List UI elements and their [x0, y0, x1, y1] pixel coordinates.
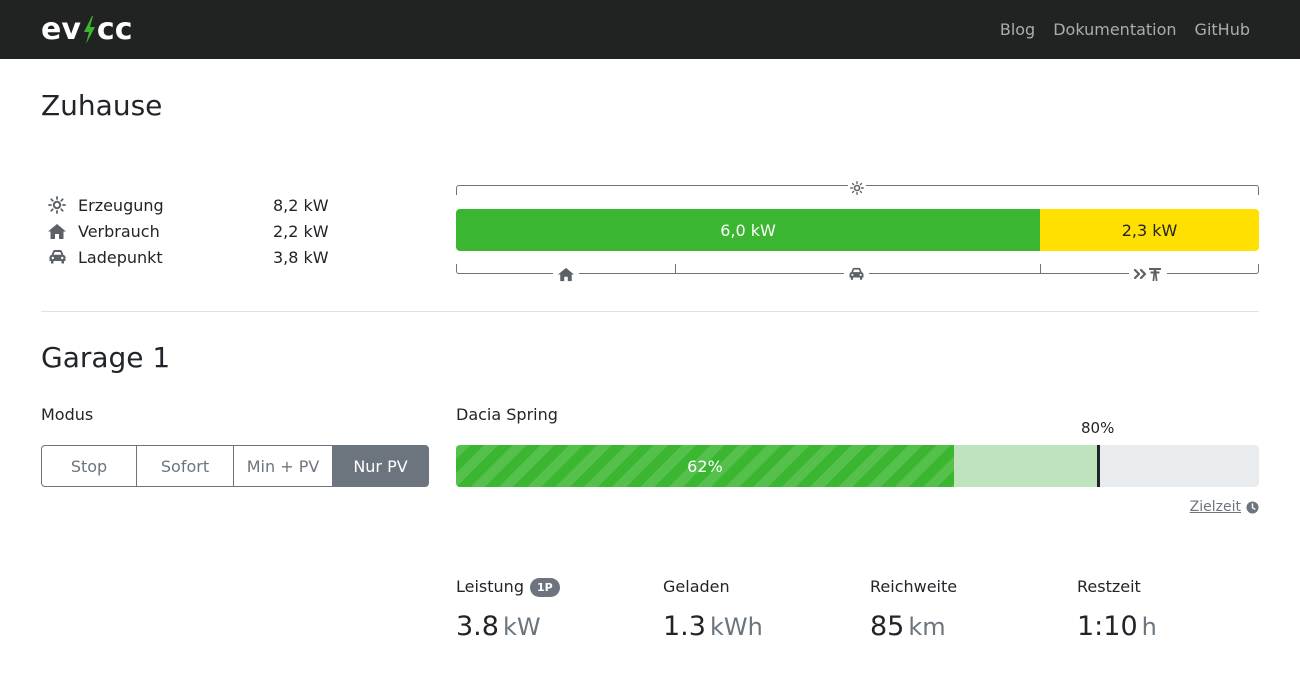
- sun-icon: [848, 179, 866, 197]
- energy-value: 8,2 kW: [273, 195, 329, 215]
- stat-value-wrap: 1.3 kWh: [663, 610, 870, 644]
- bolt-icon: [83, 16, 95, 44]
- stat-label-wrap: Reichweite: [870, 576, 1077, 598]
- stat-value-wrap: 3.8 kW: [456, 610, 663, 644]
- nav-link-dokumentation[interactable]: Dokumentation: [1053, 18, 1176, 42]
- loadpoint-title: Garage 1: [41, 341, 171, 374]
- clock-icon: [1246, 500, 1259, 514]
- energy-row-verbrauch: Verbrauch 2,2 kW: [47, 218, 337, 244]
- stat-label: Restzeit: [1077, 577, 1141, 596]
- stat-label-wrap: Restzeit: [1077, 576, 1284, 598]
- stat-value: 3.8: [456, 611, 499, 642]
- stat-unit: h: [1141, 613, 1157, 641]
- loadpoint-stats: Leistung 1P 3.8 kW Geladen 1.3 kWh Reichwe…: [456, 576, 1286, 644]
- grid-export-icon: [1129, 265, 1167, 283]
- mode-label: Modus: [41, 405, 94, 424]
- energy-value: 2,2 kW: [273, 221, 329, 241]
- stat-value: 1.3: [663, 611, 706, 642]
- stat-label-wrap: Geladen: [663, 576, 870, 598]
- stat-value-wrap: 1:10 h: [1077, 610, 1284, 644]
- energy-bar: 6,0 kW 2,3 kW: [456, 209, 1259, 251]
- stat-leistung: Leistung 1P 3.8 kW: [456, 576, 663, 644]
- energy-label: Erzeugung: [78, 195, 164, 215]
- stat-unit: kW: [502, 613, 541, 641]
- target-soc-label[interactable]: 80%: [1081, 419, 1114, 437]
- stat-unit: km: [908, 613, 946, 641]
- energy-row-erzeugung: Erzeugung 8,2 kW: [47, 192, 337, 218]
- grid-export-segment: 2,3 kW: [1040, 209, 1259, 251]
- energy-label: Ladepunkt: [78, 247, 163, 267]
- target-time[interactable]: Zielzeit: [1190, 499, 1259, 515]
- energy-list: Erzeugung 8,2 kW Verbrauch 2,2 kW Ladepu…: [47, 192, 337, 270]
- stat-restzeit: Restzeit 1:10 h: [1077, 576, 1284, 644]
- energy-value: 3,8 kW: [273, 247, 329, 267]
- mode-nurpv-button[interactable]: Nur PV: [332, 445, 429, 487]
- sun-icon: [47, 196, 67, 214]
- stat-value-wrap: 85 km: [870, 610, 1077, 644]
- mode-sofort-button[interactable]: Sofort: [136, 445, 234, 487]
- car-icon: [844, 265, 869, 283]
- navbar: ev cc Blog Dokumentation GitHub: [0, 0, 1300, 59]
- logo-text-right: cc: [96, 12, 133, 47]
- nav-link-blog[interactable]: Blog: [1000, 18, 1035, 42]
- home-icon: [47, 222, 67, 240]
- energy-row-ladepunkt: Ladepunkt 3,8 kW: [47, 244, 337, 270]
- stat-geladen: Geladen 1.3 kWh: [663, 576, 870, 644]
- nav-links: Blog Dokumentation GitHub: [1000, 18, 1250, 42]
- mode-button-group: Stop Sofort Min + PV Nur PV: [41, 445, 429, 487]
- soc-fill: 62%: [456, 445, 954, 487]
- stat-label-wrap: Leistung 1P: [456, 576, 663, 598]
- site-title: Zuhause: [41, 89, 163, 122]
- stat-label: Leistung: [456, 577, 524, 596]
- home-icon: [553, 265, 579, 283]
- evcc-logo[interactable]: ev cc: [41, 13, 132, 47]
- phase-badge: 1P: [529, 577, 560, 597]
- mode-stop-button[interactable]: Stop: [41, 445, 137, 487]
- soc-plan-segment: [953, 445, 1099, 487]
- section-divider: [41, 311, 1259, 312]
- stat-label: Reichweite: [870, 577, 958, 596]
- stat-reichweite: Reichweite 85 km: [870, 576, 1077, 644]
- self-consumption-segment: 6,0 kW: [456, 209, 1040, 251]
- vehicle-soc-bar[interactable]: 62%: [456, 445, 1259, 487]
- vehicle-title: Dacia Spring: [456, 405, 558, 424]
- target-soc-marker[interactable]: [1097, 445, 1101, 487]
- stat-unit: kWh: [709, 613, 763, 641]
- stat-label: Geladen: [663, 577, 730, 596]
- nav-link-github[interactable]: GitHub: [1195, 18, 1250, 42]
- logo-text-left: ev: [41, 12, 81, 47]
- energy-flow: 6,0 kW 2,3 kW: [456, 176, 1259, 286]
- energy-label: Verbrauch: [78, 221, 160, 241]
- stat-value: 85: [870, 611, 905, 642]
- target-time-link[interactable]: Zielzeit: [1190, 499, 1241, 515]
- mode-minpv-button[interactable]: Min + PV: [233, 445, 333, 487]
- car-icon: [47, 248, 67, 266]
- stat-value: 1:10: [1077, 611, 1138, 642]
